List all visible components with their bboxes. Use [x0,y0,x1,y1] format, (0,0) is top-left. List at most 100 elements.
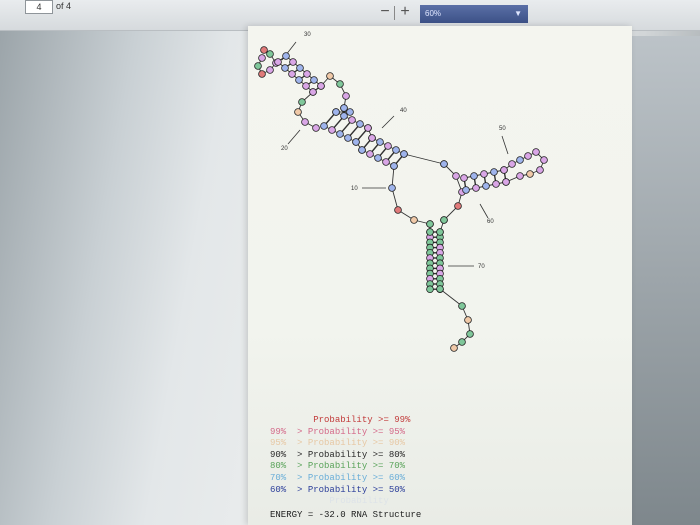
index-label: 70 [478,264,485,270]
index-label: 10 [351,186,358,192]
nucleotide-node [274,58,282,66]
nucleotide-node [328,126,336,134]
nucleotide-node [336,80,344,88]
nucleotide-node [390,162,398,170]
backbone-lines [257,41,545,349]
legend-word: Probability [307,426,368,437]
nucleotide-node [298,98,306,106]
index-label: 20 [281,146,288,152]
backbone-segment [501,135,509,155]
legend-op: >= [372,415,395,425]
nucleotide-node [376,138,384,146]
nucleotide-node [388,184,396,192]
nucleotide-node [382,158,390,166]
nucleotide-node [426,220,434,228]
nucleotide-node [452,172,460,180]
nucleotide-node [516,156,524,164]
nucleotide-node [454,202,462,210]
nucleotide-node [302,82,310,90]
nucleotide-node [526,170,534,178]
nucleotide-node [254,62,262,70]
legend-lower: 70% > [270,472,308,483]
nucleotide-node [282,52,290,60]
legend-row: Probability >= 99% [270,415,510,427]
legend-word: Probability [307,449,368,460]
nucleotide-node [266,50,274,58]
legend-op: >= [367,438,389,449]
legend-lower: 95% > [270,438,308,449]
nucleotide-node [482,182,490,190]
legend-upper: 95% [388,426,406,437]
backbone-segment [403,153,445,165]
nucleotide-node [426,228,434,236]
nucleotide-node [295,76,303,84]
legend-row: 70% > Probability >= 60% [270,473,510,485]
nucleotide-node [266,66,274,74]
nucleotide-node [258,54,266,62]
nucleotide-node [358,146,366,154]
legend-word: Probability [313,415,373,425]
nucleotide-node [336,130,344,138]
nucleotide-node [258,70,266,78]
nucleotide-node [281,64,289,72]
backbone-segment [439,288,463,307]
legend-lower: 99% > [270,426,308,437]
nucleotide-node [540,156,548,164]
nucleotide-node [394,206,402,214]
nucleotide-node [480,170,488,178]
nucleotide-node [462,186,470,194]
backbone-segment [381,115,395,129]
legend-upper: 90% [388,438,406,449]
backbone-segment [479,203,489,219]
legend-row: 90% > Probability >= 80% [270,450,510,462]
legend-lower: 80% > [270,461,308,472]
energy-value: -32.0 [318,510,346,520]
nucleotide-node [458,338,466,346]
legend-upper: 60% [388,472,406,483]
nucleotide-node [392,146,400,154]
nucleotide-node [320,122,328,130]
legend-word: Probability [307,461,368,472]
nucleotide-node [310,76,318,84]
nucleotide-node [440,216,448,224]
legend-word: Probability [307,484,368,495]
nucleotide-node [303,70,311,78]
nucleotide-node [332,108,340,116]
legend-upper: 50% [388,484,406,495]
legend-upper: 99% [394,415,411,425]
nucleotide-node [502,178,510,186]
legend-row: 60% > Probability >= 50% [270,485,510,497]
nucleotide-node [426,285,434,294]
nucleotide-node [524,152,532,160]
nucleotide-node [296,64,304,72]
legend-lower: 60% > [270,484,308,495]
nucleotide-node [326,72,334,80]
legend-row-faded: Probability [329,496,389,507]
legend-word: Probability [307,438,368,449]
energy-label: ENERGY [270,510,303,520]
legend-upper: 80% [388,449,406,460]
structure-title: RNA Structure [351,510,422,520]
nucleotide-node [294,108,302,116]
nucleotide-node [368,134,376,142]
legend-row: 99% > Probability >= 95% [270,427,510,439]
nucleotide-node [460,174,468,182]
nucleotide-node [289,58,297,66]
nucleotide-node [450,344,458,352]
legend-lower: 90% > [270,449,308,460]
nucleotide-node [346,108,354,116]
nucleotide-node [472,184,480,192]
index-label: 60 [487,219,494,225]
index-label: 50 [499,126,506,132]
nucleotide-node [490,168,498,176]
energy-eq: = [307,510,314,520]
nucleotide-node [508,160,516,168]
nucleotide-node [410,216,418,224]
nucleotide-node [436,285,444,293]
legend-row: 95% > Probability >= 90% [270,438,510,450]
legend-op: >= [367,449,389,460]
nucleotide-node [440,160,448,168]
nucleotide-node [464,316,472,324]
nucleotide-node [458,302,466,310]
nucleotide-node [470,172,478,180]
